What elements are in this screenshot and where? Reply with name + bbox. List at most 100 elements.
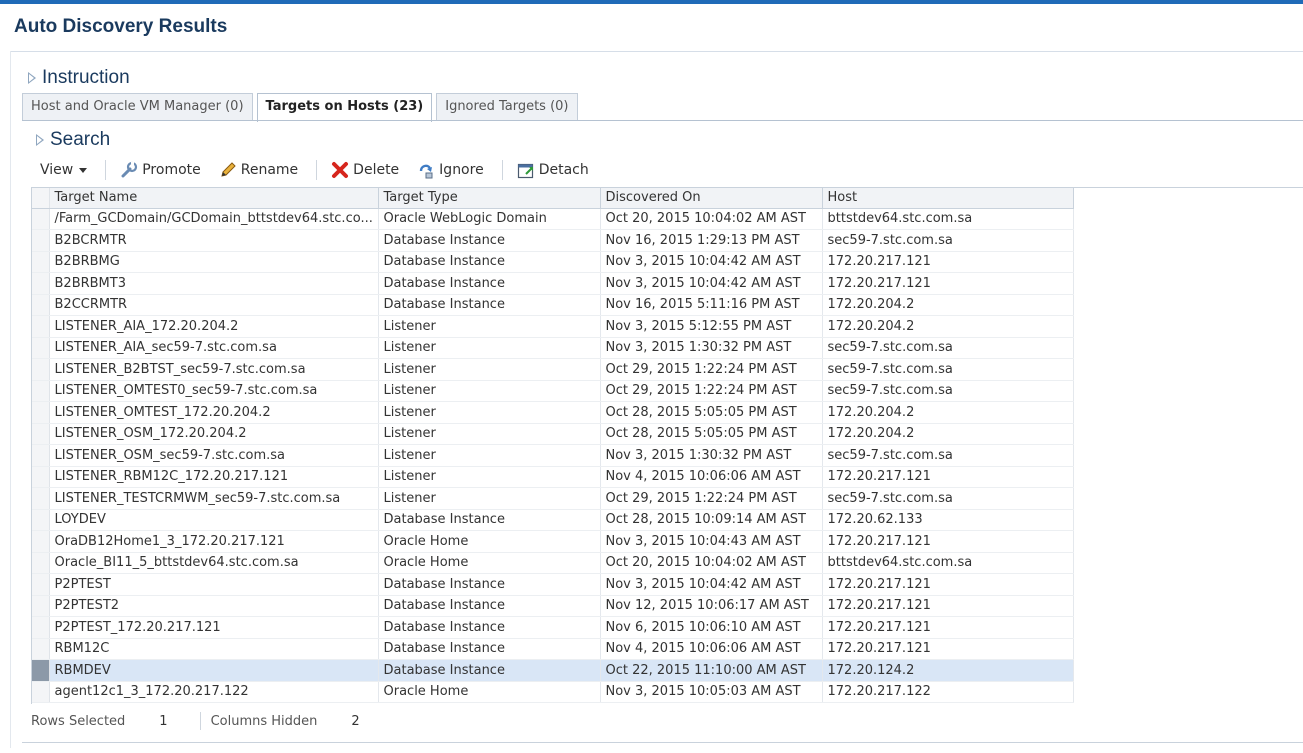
- table-row[interactable]: RBM12C Database Instance Nov 4, 2015 10:06…: [32, 638, 1074, 660]
- row-selector[interactable]: [32, 272, 50, 295]
- table-row[interactable]: LISTENER_RBM12C_172.20.217.121 Listener No…: [32, 466, 1074, 488]
- column-header-target-name[interactable]: Target Name: [49, 188, 379, 209]
- row-selector[interactable]: [32, 681, 50, 703]
- table-row[interactable]: P2PTEST_172.20.217.121 Database Instance N…: [32, 616, 1074, 639]
- cell-discovered-on: Oct 29, 2015 1:22:24 PM AST: [600, 358, 823, 381]
- row-selector[interactable]: [32, 530, 50, 553]
- search-label: Search: [50, 129, 111, 150]
- table-row[interactable]: P2PTEST2 Database Instance Nov 12, 2015 10…: [32, 595, 1074, 617]
- search-section-toggle[interactable]: Search: [36, 129, 110, 151]
- table-row[interactable]: B2CCRMTR Database Instance Nov 16, 2015 5:…: [32, 294, 1074, 316]
- column-header-host[interactable]: Host: [822, 188, 1074, 209]
- cell-target-name: LISTENER_AIA_sec59-7.stc.com.sa: [49, 337, 379, 359]
- table-row[interactable]: LOYDEV Database Instance Oct 28, 2015 10:0…: [32, 509, 1074, 531]
- cell-target-name: B2CCRMTR: [49, 294, 379, 316]
- cell-discovered-on: Nov 3, 2015 5:12:55 PM AST: [600, 315, 823, 338]
- top-accent-bar: [0, 0, 1303, 4]
- table-row[interactable]: LISTENER_OSM_172.20.204.2 Listener Oct 28,…: [32, 423, 1074, 445]
- row-selector[interactable]: [32, 659, 50, 682]
- row-selector[interactable]: [32, 208, 50, 230]
- cell-target-name: B2BRBMG: [49, 251, 379, 273]
- detach-button[interactable]: Detach: [517, 161, 589, 179]
- row-selector[interactable]: [32, 423, 50, 445]
- cell-target-name: LISTENER_AIA_172.20.204.2: [49, 315, 379, 338]
- row-selector[interactable]: [32, 444, 50, 467]
- cell-discovered-on: Nov 4, 2015 10:06:06 AM AST: [600, 466, 823, 488]
- cell-discovered-on: Nov 3, 2015 1:30:32 PM AST: [600, 337, 823, 359]
- table-row[interactable]: OraDB12Home1_3_172.20.217.121 Oracle Home…: [32, 530, 1074, 553]
- table-row[interactable]: LISTENER_TESTCRMWM_sec59-7.stc.com.sa Lis…: [32, 487, 1074, 510]
- table-row[interactable]: LISTENER_B2BTST_sec59-7.stc.com.sa Listen…: [32, 358, 1074, 381]
- row-selector[interactable]: [32, 552, 50, 574]
- table-header-row: Target Name Target Type Discovered On Ho…: [32, 188, 1074, 209]
- tab-host-oracle-vm-manager[interactable]: Host and Oracle VM Manager (0): [22, 93, 253, 120]
- cell-discovered-on: Nov 4, 2015 10:06:06 AM AST: [600, 638, 823, 660]
- ignore-button[interactable]: Ignore: [417, 161, 484, 179]
- cell-target-type: Listener: [378, 401, 601, 424]
- table-row[interactable]: agent12c1_3_172.20.217.122 Oracle Home Nov…: [32, 681, 1074, 703]
- table-row[interactable]: LISTENER_OMTEST0_sec59-7.stc.com.sa Liste…: [32, 380, 1074, 402]
- row-selector[interactable]: [32, 638, 50, 660]
- row-selector[interactable]: [32, 358, 50, 381]
- cell-target-name: LISTENER_RBM12C_172.20.217.121: [49, 466, 379, 488]
- rename-button[interactable]: Rename: [219, 161, 298, 179]
- row-selector[interactable]: [32, 573, 50, 596]
- table-row[interactable]: B2BRBMT3 Database Instance Nov 3, 2015 10:…: [32, 272, 1074, 295]
- view-menu-button[interactable]: View: [40, 162, 88, 178]
- cell-host: 172.20.204.2: [822, 294, 1074, 316]
- cell-target-name: LISTENER_OMTEST_172.20.204.2: [49, 401, 379, 424]
- tab-ignored-targets[interactable]: Ignored Targets (0): [436, 93, 578, 120]
- row-selector[interactable]: [32, 487, 50, 510]
- detach-label: Detach: [538, 162, 589, 178]
- row-selector[interactable]: [32, 294, 50, 316]
- cell-target-name: LISTENER_TESTCRMWM_sec59-7.stc.com.sa: [49, 487, 379, 510]
- pencil-icon: [219, 161, 237, 179]
- table-row[interactable]: /Farm_GCDomain/GCDomain_bttstdev64.stc.c…: [32, 208, 1074, 230]
- row-selector[interactable]: [32, 401, 50, 424]
- cell-target-type: Oracle Home: [378, 681, 601, 703]
- cell-host: sec59-7.stc.com.sa: [822, 444, 1074, 467]
- cell-host: sec59-7.stc.com.sa: [822, 487, 1074, 510]
- results-toolbar: View Promote Rename Delete Ignore Detach: [40, 156, 607, 184]
- table-row[interactable]: LISTENER_OSM_sec59-7.stc.com.sa Listener N…: [32, 444, 1074, 467]
- columns-hidden-value: 2: [351, 713, 360, 729]
- promote-button[interactable]: Promote: [120, 161, 201, 179]
- targets-table: Target Name Target Type Discovered On Ho…: [32, 188, 1074, 703]
- tab-targets-on-hosts[interactable]: Targets on Hosts (23): [256, 93, 433, 122]
- toolbar-separator: [105, 160, 107, 180]
- column-header-discovered-on[interactable]: Discovered On: [600, 188, 823, 209]
- cell-target-name: agent12c1_3_172.20.217.122: [49, 681, 379, 703]
- table-row[interactable]: Oracle_BI11_5_bttstdev64.stc.com.sa Oracl…: [32, 552, 1074, 574]
- row-selector-header: [32, 188, 50, 209]
- table-row[interactable]: LISTENER_OMTEST_172.20.204.2 Listener Oct …: [32, 401, 1074, 424]
- instruction-section-toggle[interactable]: Instruction: [28, 67, 130, 89]
- column-header-target-type[interactable]: Target Type: [378, 188, 601, 209]
- row-selector[interactable]: [32, 315, 50, 338]
- cell-discovered-on: Oct 22, 2015 11:10:00 AM AST: [600, 659, 823, 682]
- disclosure-triangle-icon: [28, 72, 36, 84]
- table-body: /Farm_GCDomain/GCDomain_bttstdev64.stc.c…: [32, 208, 1074, 703]
- table-row[interactable]: B2BCRMTR Database Instance Nov 16, 2015 1:…: [32, 229, 1074, 252]
- instruction-label: Instruction: [42, 67, 130, 88]
- row-selector[interactable]: [32, 229, 50, 252]
- table-row[interactable]: LISTENER_AIA_172.20.204.2 Listener Nov 3, …: [32, 315, 1074, 338]
- delete-button[interactable]: Delete: [331, 161, 399, 179]
- row-selector[interactable]: [32, 337, 50, 359]
- cell-target-name: RBMDEV: [49, 659, 379, 682]
- row-selector[interactable]: [32, 251, 50, 273]
- rename-label: Rename: [240, 162, 299, 178]
- table-row[interactable]: RBMDEV Database Instance Oct 22, 2015 11:1…: [32, 659, 1074, 682]
- toolbar-separator: [501, 160, 503, 180]
- row-selector[interactable]: [32, 466, 50, 488]
- cell-host: sec59-7.stc.com.sa: [822, 358, 1074, 381]
- table-row[interactable]: B2BRBMG Database Instance Nov 3, 2015 10:0…: [32, 251, 1074, 273]
- row-selector[interactable]: [32, 380, 50, 402]
- row-selector[interactable]: [32, 595, 50, 617]
- row-selector[interactable]: [32, 616, 50, 639]
- cell-host: 172.20.217.121: [822, 573, 1074, 596]
- table-row[interactable]: LISTENER_AIA_sec59-7.stc.com.sa Listener N…: [32, 337, 1074, 359]
- table-row[interactable]: P2PTEST Database Instance Nov 3, 2015 10:0…: [32, 573, 1074, 596]
- row-selector[interactable]: [32, 509, 50, 531]
- cell-target-type: Database Instance: [378, 229, 601, 252]
- cell-host: 172.20.124.2: [822, 659, 1074, 682]
